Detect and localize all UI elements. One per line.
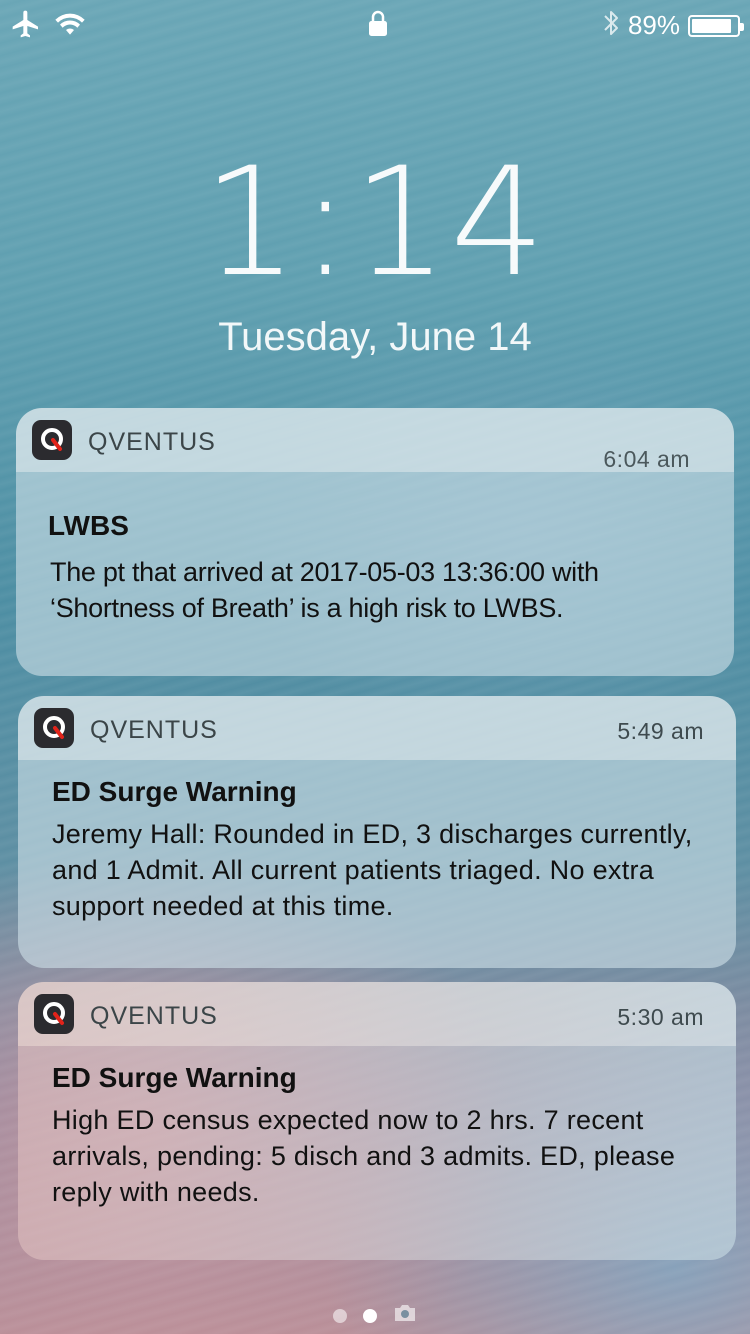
status-bar: 89%	[0, 0, 750, 48]
bluetooth-icon	[602, 8, 620, 43]
app-name: QVENTUS	[90, 716, 218, 745]
lock-icon	[368, 10, 388, 43]
wifi-icon	[54, 10, 86, 43]
status-left	[10, 8, 86, 45]
notification-title: ED Surge Warning	[52, 1062, 297, 1094]
notification-body: ED Surge Warning High ED census expected…	[18, 1046, 736, 1260]
notification-body: ED Surge Warning Jeremy Hall: Rounded in…	[18, 760, 736, 968]
status-right: 89%	[602, 8, 740, 43]
notification-message: The pt that arrived at 2017-05-03 13:36:…	[50, 554, 704, 626]
qventus-app-icon	[34, 994, 74, 1034]
camera-icon[interactable]	[393, 1303, 417, 1328]
battery-tip	[740, 23, 744, 31]
qventus-app-icon	[32, 420, 72, 460]
notification-time: 5:49 am	[617, 718, 704, 745]
notification-card[interactable]: QVENTUS 6:04 am LWBS The pt that arrived…	[16, 408, 734, 676]
notification-message: Jeremy Hall: Rounded in ED, 3 discharges…	[52, 816, 706, 924]
lock-time: 1:14	[0, 148, 750, 298]
page-indicator	[0, 1303, 750, 1328]
notification-message: High ED census expected now to 2 hrs. 7 …	[52, 1102, 706, 1210]
notification-header: QVENTUS 5:49 am	[18, 696, 736, 760]
app-name: QVENTUS	[88, 428, 216, 457]
notification-title: ED Surge Warning	[52, 776, 297, 808]
notification-header: QVENTUS 6:04 am	[16, 408, 734, 472]
notification-card[interactable]: QVENTUS 5:49 am ED Surge Warning Jeremy …	[18, 696, 736, 968]
notification-body: LWBS The pt that arrived at 2017-05-03 1…	[16, 472, 734, 676]
notification-time: 5:30 am	[617, 1004, 704, 1031]
battery-icon	[688, 15, 740, 37]
notification-title: LWBS	[48, 510, 129, 542]
page-dot	[333, 1309, 347, 1323]
lock-date: Tuesday, June 14	[0, 315, 750, 360]
qventus-app-icon	[34, 708, 74, 748]
notification-time: 6:04 am	[603, 446, 690, 473]
notification-card[interactable]: QVENTUS 5:30 am ED Surge Warning High ED…	[18, 982, 736, 1260]
app-name: QVENTUS	[90, 1002, 218, 1031]
battery-percent: 89%	[628, 10, 680, 41]
airplane-icon	[10, 8, 42, 45]
battery-fill	[692, 19, 731, 33]
page-dot-active	[363, 1309, 377, 1323]
notification-header: QVENTUS 5:30 am	[18, 982, 736, 1046]
